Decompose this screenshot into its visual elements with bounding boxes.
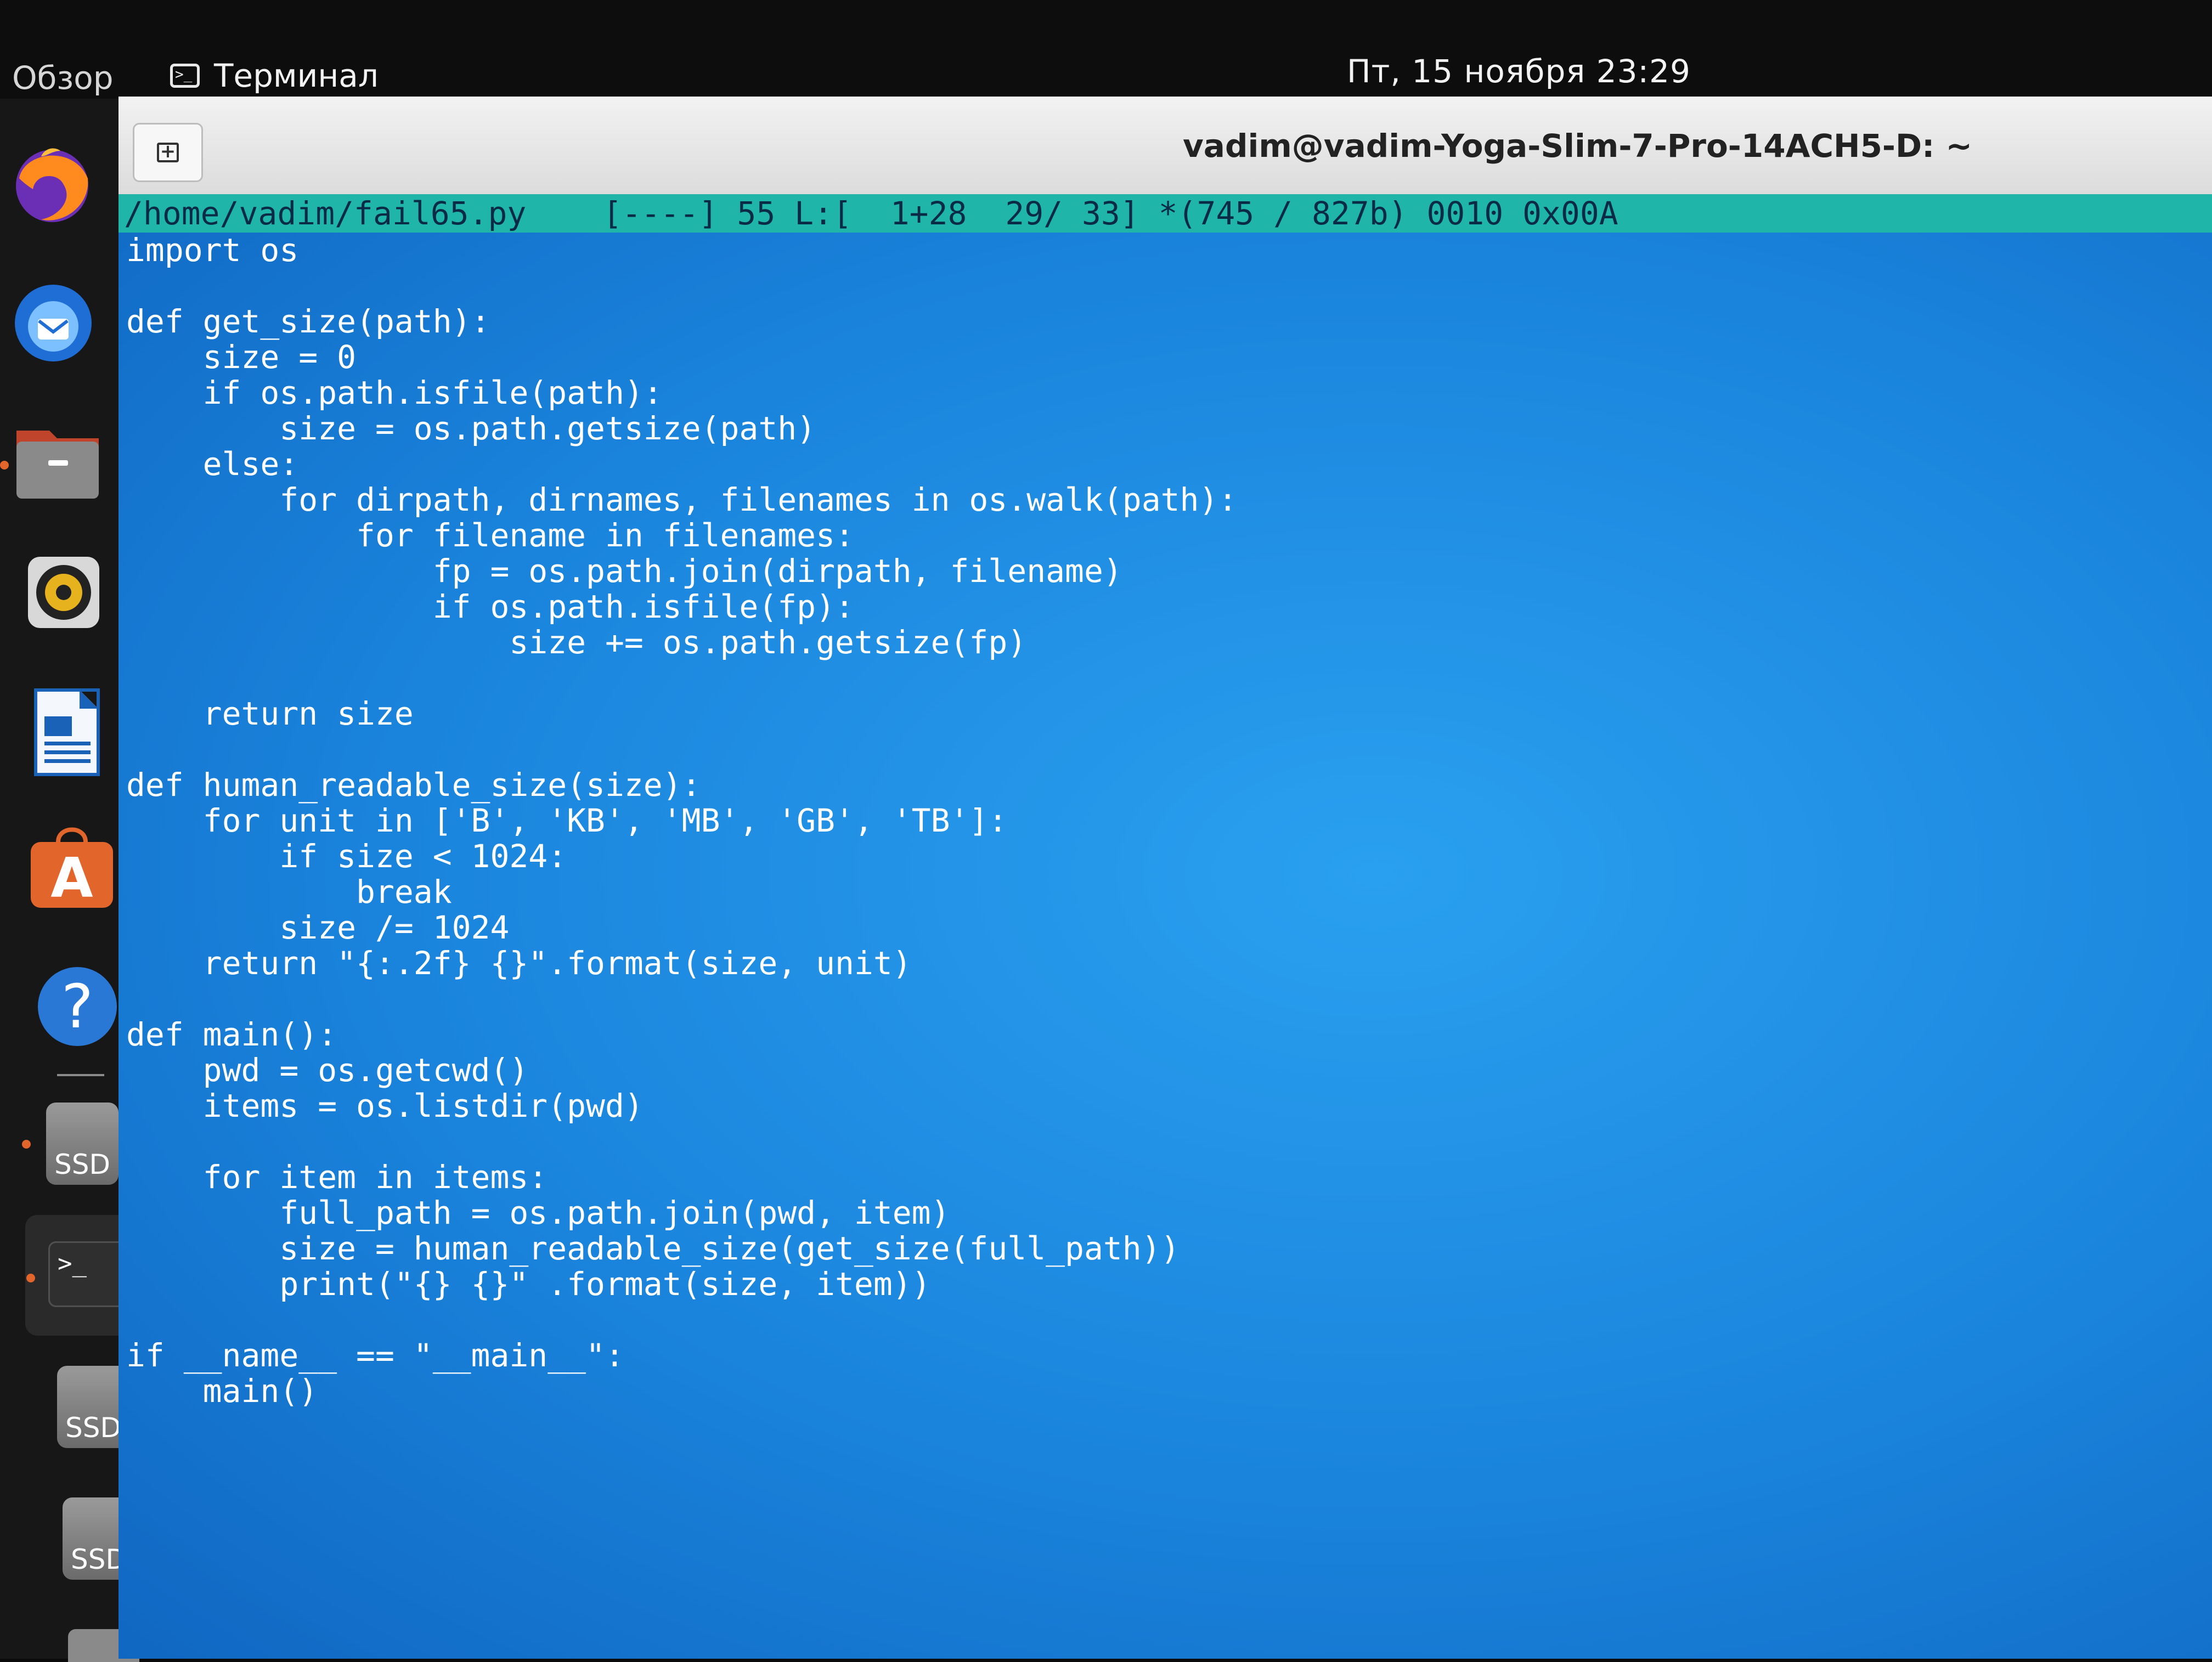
code-editor[interactable]: import os def get_size(path): size = 0 i… [119,233,2212,1659]
code-line[interactable]: for unit in ['B', 'KB', 'MB', 'GB', 'TB'… [126,803,1237,839]
drive-icon: SSD [46,1103,119,1185]
code-line[interactable]: import os [126,233,1237,268]
app-menu-label: Терминал [214,57,379,94]
code-line[interactable] [126,268,1237,304]
code-line[interactable]: full_path = os.path.join(pwd, item) [126,1195,1237,1231]
code-line[interactable]: def human_readable_size(size): [126,767,1237,803]
code-line[interactable]: items = os.listdir(pwd) [126,1088,1237,1124]
app-store-icon: A [31,827,113,910]
code-text[interactable]: import os def get_size(path): size = 0 i… [126,233,1237,1409]
code-line[interactable]: if os.path.isfile(fp): [126,589,1237,625]
dock-item-writer[interactable] [22,686,110,779]
code-line[interactable]: size = 0 [126,340,1237,375]
new-tab-icon: + [157,142,179,162]
svg-text:A: A [50,846,93,910]
dock-item-firefox[interactable] [5,137,99,230]
dock-item-ssd-1[interactable]: SSD [46,1103,119,1185]
help-icon: ? [38,967,117,1046]
code-line[interactable] [126,1302,1237,1338]
new-tab-button[interactable]: + [133,123,203,182]
folder-icon [16,431,99,499]
code-line[interactable]: def main(): [126,1017,1237,1053]
code-line[interactable]: return "{:.2f} {}".format(size, unit) [126,946,1237,981]
thunderbird-icon [15,285,92,361]
running-indicator [22,1140,31,1149]
code-line[interactable]: size = os.path.getsize(path) [126,411,1237,446]
running-indicator [0,461,9,470]
top-bar: Обзор >_ Терминал Пт, 15 ноября 23:29 [0,0,2212,99]
code-line[interactable]: size /= 1024 [126,910,1237,946]
status-text: /home/vadim/fail65.py [----] 55 L:[ 1+28… [124,195,1618,232]
code-line[interactable] [126,1124,1237,1160]
running-indicator [26,1274,35,1282]
terminal-icon: >_ [170,64,200,88]
dock-separator [57,1074,104,1076]
code-line[interactable]: for item in items: [126,1160,1237,1195]
speaker-icon [28,557,99,628]
code-line[interactable] [126,732,1237,767]
code-line[interactable]: pwd = os.getcwd() [126,1053,1237,1088]
dock-item-files[interactable] [11,417,104,505]
code-line[interactable]: size += os.path.getsize(fp) [126,625,1237,660]
clock[interactable]: Пт, 15 ноября 23:29 [1347,53,1691,90]
code-line[interactable]: return size [126,696,1237,732]
code-line[interactable]: fp = os.path.join(dirpath, filename) [126,553,1237,589]
svg-text:?: ? [61,971,93,1042]
code-line[interactable]: if __name__ == "__main__": [126,1338,1237,1373]
app-menu[interactable]: >_ Терминал [170,57,379,94]
code-line[interactable] [126,981,1237,1017]
code-line[interactable]: for filename in filenames: [126,518,1237,553]
code-line[interactable]: if size < 1024: [126,839,1237,874]
dock-item-thunderbird[interactable] [5,274,99,368]
window-headerbar: + vadim@vadim-Yoga-Slim-7-Pro-14ACH5-D: … [119,97,2212,194]
code-line[interactable]: else: [126,446,1237,482]
firefox-icon [16,148,88,222]
window-title: vadim@vadim-Yoga-Slim-7-Pro-14ACH5-D: ~ [1183,127,1973,165]
code-line[interactable]: main() [126,1373,1237,1409]
code-line[interactable]: print("{} {}" .format(size, item)) [126,1267,1237,1302]
editor-status-line: /home/vadim/fail65.py [----] 55 L:[ 1+28… [119,194,2212,233]
code-line[interactable]: size = human_readable_size(get_size(full… [126,1231,1237,1267]
code-line[interactable]: if os.path.isfile(path): [126,375,1237,411]
dock-item-rhythmbox[interactable] [20,549,108,636]
terminal-window: + vadim@vadim-Yoga-Slim-7-Pro-14ACH5-D: … [119,97,2212,1659]
code-line[interactable]: def get_size(path): [126,304,1237,340]
document-icon [34,688,100,776]
code-line[interactable] [126,660,1237,696]
dock-item-app-center[interactable]: A [25,817,119,916]
dock-item-help[interactable]: ? [31,960,124,1053]
code-line[interactable]: break [126,874,1237,910]
code-line[interactable]: for dirpath, dirnames, filenames in os.w… [126,482,1237,518]
activities-button[interactable]: Обзор [12,59,114,97]
